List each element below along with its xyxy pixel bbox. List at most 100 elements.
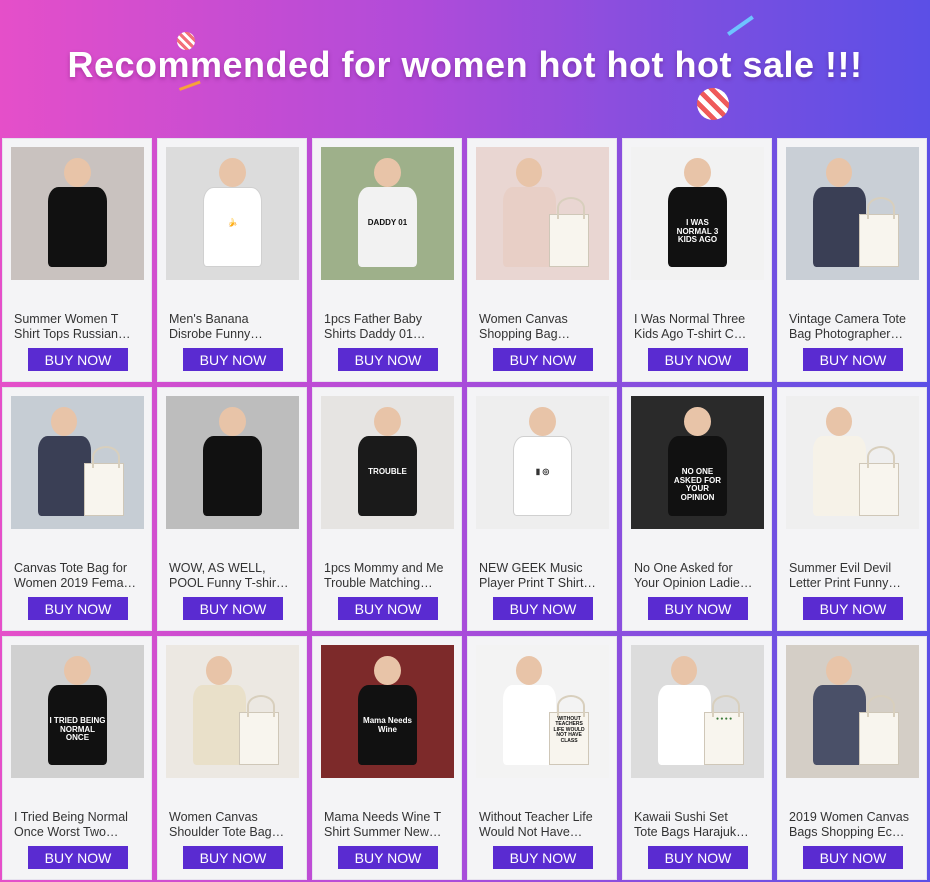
product-card[interactable]: Women Canvas Shopping Bag… BUY NOW: [467, 138, 617, 382]
product-title-line: Letter Print Funny…: [789, 576, 901, 590]
buy-now-button[interactable]: BUY NOW: [28, 597, 128, 620]
product-title[interactable]: Vintage Camera Tote Bag Photographer…: [789, 312, 917, 342]
product-title-line: Would Not Have…: [479, 825, 583, 839]
buy-now-button[interactable]: BUY NOW: [648, 597, 748, 620]
product-title-line: Your Opinion Ladie…: [634, 576, 753, 590]
buy-now-button[interactable]: BUY NOW: [493, 597, 593, 620]
product-title[interactable]: 2019 Women Canvas Bags Shopping Ec…: [789, 810, 917, 840]
product-title-line: Vintage Camera Tote: [789, 312, 906, 326]
product-title[interactable]: I Tried Being Normal Once Worst Two…: [14, 810, 142, 840]
product-title-line: Kawaii Sushi Set: [634, 810, 728, 824]
product-image[interactable]: [476, 147, 609, 280]
product-title-line: Tote Bags Harajuk…: [634, 825, 749, 839]
product-title[interactable]: Men's Banana Disrobe Funny…: [169, 312, 297, 342]
product-title-line: 1pcs Father Baby: [324, 312, 422, 326]
product-title[interactable]: Kawaii Sushi Set Tote Bags Harajuk…: [634, 810, 762, 840]
buy-now-button[interactable]: BUY NOW: [28, 348, 128, 371]
product-title-line: Women Canvas: [169, 810, 258, 824]
buy-now-button[interactable]: BUY NOW: [803, 846, 903, 869]
product-title[interactable]: Mama Needs Wine T Shirt Summer New…: [324, 810, 452, 840]
buy-now-button[interactable]: BUY NOW: [183, 348, 283, 371]
product-title[interactable]: 1pcs Father Baby Shirts Daddy 01…: [324, 312, 452, 342]
product-title-line: Women 2019 Fema…: [14, 576, 137, 590]
buy-now-button[interactable]: BUY NOW: [183, 597, 283, 620]
product-title[interactable]: Women Canvas Shoulder Tote Bag…: [169, 810, 297, 840]
buy-now-button[interactable]: BUY NOW: [803, 348, 903, 371]
product-image[interactable]: ▮ ◎: [476, 396, 609, 529]
product-image[interactable]: [786, 396, 919, 529]
product-title-line: Shopping Bag…: [479, 327, 571, 341]
product-image[interactable]: Mama Needs Wine: [321, 645, 454, 778]
product-card[interactable]: 2019 Women Canvas Bags Shopping Ec… BUY NO…: [777, 636, 927, 880]
print-text: I TRIED BEING NORMAL ONCE: [49, 715, 106, 743]
product-image[interactable]: TROUBLE: [321, 396, 454, 529]
product-image[interactable]: WITHOUT TEACHERS LIFE WOULD NOT HAVE CLA…: [476, 645, 609, 778]
product-card[interactable]: I TRIED BEING NORMAL ONCE I Tried Being N…: [2, 636, 152, 880]
product-title[interactable]: Women Canvas Shopping Bag…: [479, 312, 607, 342]
product-image[interactable]: I WAS NORMAL 3 KIDS AGO: [631, 147, 764, 280]
banner: Recommended for women hot hot hot sale !…: [0, 0, 930, 138]
product-card[interactable]: WOW, AS WELL, POOL Funny T-shir… BUY NOW: [157, 387, 307, 631]
product-title[interactable]: Canvas Tote Bag for Women 2019 Fema…: [14, 561, 142, 591]
product-card[interactable]: ● ● ● ● Kawaii Sushi Set Tote Bags Harajuk…: [622, 636, 772, 880]
buy-now-button[interactable]: BUY NOW: [28, 846, 128, 869]
buy-now-button[interactable]: BUY NOW: [338, 597, 438, 620]
product-title-line: WOW, AS WELL,: [169, 561, 266, 575]
product-card[interactable]: Vintage Camera Tote Bag Photographer… BUY …: [777, 138, 927, 382]
print-text: I WAS NORMAL 3 KIDS AGO: [676, 217, 719, 245]
product-card[interactable]: ▮ ◎ NEW GEEK Music Player Print T Shirt… BU…: [467, 387, 617, 631]
buy-now-button[interactable]: BUY NOW: [648, 846, 748, 869]
product-image[interactable]: [11, 396, 144, 529]
product-title-line: Disrobe Funny…: [169, 327, 263, 341]
product-card[interactable]: Mama Needs Wine Mama Needs Wine T Shirt Su…: [312, 636, 462, 880]
buy-now-button[interactable]: BUY NOW: [338, 348, 438, 371]
product-title-line: Kids Ago T-shirt C…: [634, 327, 747, 341]
product-image[interactable]: [11, 147, 144, 280]
product-title[interactable]: 1pcs Mommy and Me Trouble Matching…: [324, 561, 452, 591]
product-card[interactable]: 🍌 Men's Banana Disrobe Funny… BUY NOW: [157, 138, 307, 382]
product-title-line: 1pcs Mommy and Me: [324, 561, 444, 575]
print-text: DADDY 01: [367, 217, 408, 227]
banner-title: Recommended for women hot hot hot sale !…: [67, 44, 863, 85]
product-title[interactable]: No One Asked for Your Opinion Ladie…: [634, 561, 762, 591]
product-title[interactable]: NEW GEEK Music Player Print T Shirt…: [479, 561, 607, 591]
product-image[interactable]: [166, 645, 299, 778]
product-card[interactable]: NO ONE ASKED FOR YOUR OPINION No One Aske…: [622, 387, 772, 631]
product-title-line: Summer Evil Devil: [789, 561, 892, 575]
product-image[interactable]: [166, 396, 299, 529]
product-image[interactable]: [786, 147, 919, 280]
product-image[interactable]: 🍌: [166, 147, 299, 280]
product-title-line: Shoulder Tote Bag…: [169, 825, 285, 839]
product-card[interactable]: Summer Women T Shirt Tops Russian… BUY NOW: [2, 138, 152, 382]
product-title[interactable]: WOW, AS WELL, POOL Funny T-shir…: [169, 561, 297, 591]
buy-now-button[interactable]: BUY NOW: [493, 348, 593, 371]
product-card[interactable]: TROUBLE 1pcs Mommy and Me Trouble Matching…: [312, 387, 462, 631]
product-card[interactable]: I WAS NORMAL 3 KIDS AGO I Was Normal Thre…: [622, 138, 772, 382]
product-image[interactable]: [786, 645, 919, 778]
buy-now-button[interactable]: BUY NOW: [803, 597, 903, 620]
product-title[interactable]: I Was Normal Three Kids Ago T-shirt C…: [634, 312, 762, 342]
product-title[interactable]: Without Teacher Life Would Not Have…: [479, 810, 607, 840]
buy-now-button[interactable]: BUY NOW: [183, 846, 283, 869]
buy-now-button[interactable]: BUY NOW: [493, 846, 593, 869]
product-image[interactable]: NO ONE ASKED FOR YOUR OPINION: [631, 396, 764, 529]
product-image[interactable]: ● ● ● ●: [631, 645, 764, 778]
product-card[interactable]: DADDY 01 1pcs Father Baby Shirts Daddy 01……: [312, 138, 462, 382]
product-image[interactable]: I TRIED BEING NORMAL ONCE: [11, 645, 144, 778]
product-card[interactable]: WITHOUT TEACHERS LIFE WOULD NOT HAVE CLA…: [467, 636, 617, 880]
product-title-line: NEW GEEK Music: [479, 561, 583, 575]
product-title[interactable]: Summer Women T Shirt Tops Russian…: [14, 312, 142, 342]
product-card[interactable]: Women Canvas Shoulder Tote Bag… BUY NOW: [157, 636, 307, 880]
product-title-line: Shirt Tops Russian…: [14, 327, 131, 341]
product-image[interactable]: DADDY 01: [321, 147, 454, 280]
print-text: TROUBLE: [368, 466, 407, 476]
product-card[interactable]: Summer Evil Devil Letter Print Funny… BUY …: [777, 387, 927, 631]
buy-now-button[interactable]: BUY NOW: [338, 846, 438, 869]
product-title-line: I Tried Being Normal: [14, 810, 128, 824]
product-title-line: Canvas Tote Bag for: [14, 561, 128, 575]
product-card[interactable]: Canvas Tote Bag for Women 2019 Fema… BUY N…: [2, 387, 152, 631]
product-title[interactable]: Summer Evil Devil Letter Print Funny…: [789, 561, 917, 591]
buy-now-button[interactable]: BUY NOW: [648, 348, 748, 371]
product-title-line: No One Asked for: [634, 561, 733, 575]
product-title-line: Without Teacher Life: [479, 810, 593, 824]
